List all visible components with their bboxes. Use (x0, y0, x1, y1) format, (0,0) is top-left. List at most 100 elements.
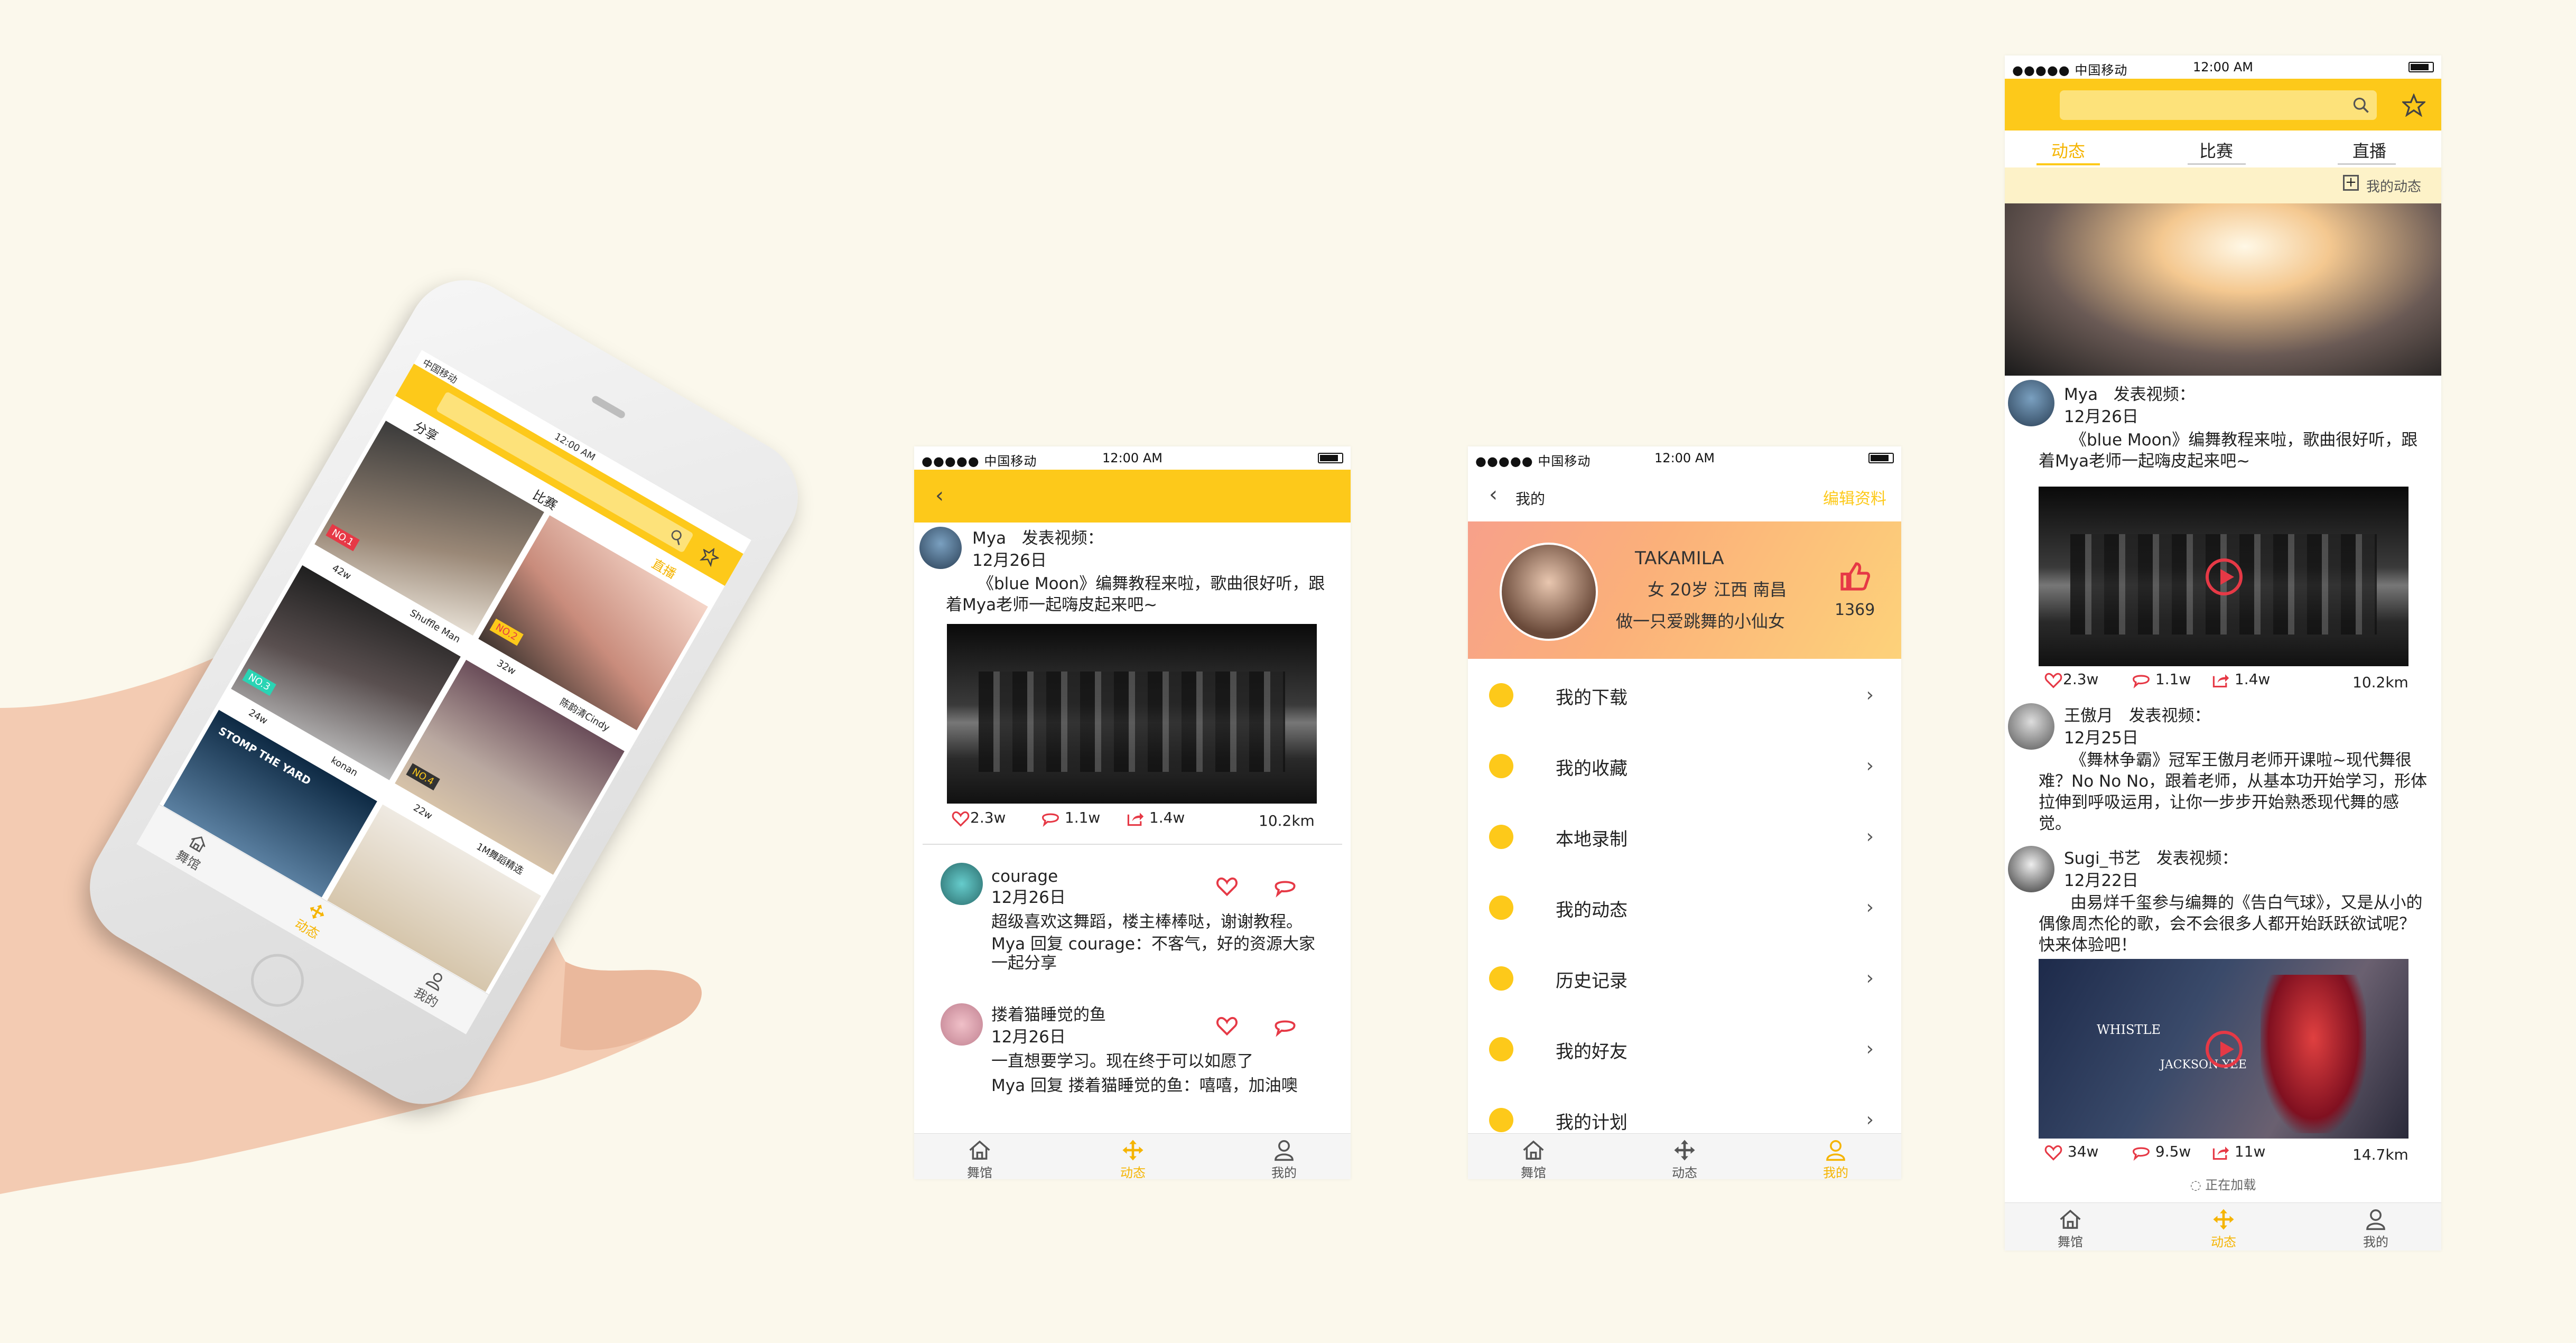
post-date: 12月26日 (972, 551, 1047, 570)
menu-item-history[interactable]: 历史记录 › (1468, 942, 1901, 1014)
comment-avatar[interactable] (941, 1003, 983, 1046)
menu-item-downloads[interactable]: 我的下载 › (1468, 659, 1901, 731)
comment-user[interactable]: courage (991, 866, 1058, 887)
my-feed-link[interactable]: 我的动态 (2366, 176, 2421, 195)
battery-icon (1318, 453, 1343, 463)
profile-info: 女 20岁 江西 南昌 (1648, 580, 1787, 600)
menu-item-favorites[interactable]: 我的收藏 › (1468, 730, 1901, 801)
author-name[interactable]: Mya (2064, 385, 2098, 404)
star-icon (1489, 754, 1513, 778)
author-name[interactable]: Mya (972, 529, 1006, 548)
heart-icon[interactable] (1215, 1014, 1239, 1037)
stats-row: 2.3w (951, 809, 1006, 828)
video-player[interactable] (2039, 487, 2408, 666)
friends-icon (1489, 1037, 1513, 1061)
status-bar: ●●●●● 中国移动 12:00 AM (1468, 446, 1901, 470)
distance: 10.2km (2352, 674, 2408, 691)
back-icon[interactable]: ‹ (935, 483, 944, 508)
status-bar: ●●●●● 中国移动 12:00 AM (2005, 55, 2441, 79)
menu-item-my-feed[interactable]: 我的动态 › (1468, 871, 1901, 943)
search-input[interactable] (2060, 90, 2377, 120)
tab-home[interactable]: 舞馆 (948, 1134, 1011, 1179)
post-detail-screen: ●●●●● 中国移动 12:00 AM ‹ Mya 发表视频： 12月26日 《… (914, 446, 1351, 1179)
tab-feed[interactable]: 动态 (1653, 1134, 1716, 1179)
loading-text: 正在加载 (2205, 1178, 2256, 1192)
comment-date: 12月26日 (991, 1028, 1066, 1047)
history-icon (1489, 966, 1513, 991)
share-icon[interactable] (2211, 670, 2230, 689)
tab-contest[interactable]: 比赛 (2199, 138, 2233, 162)
back-label[interactable]: 我的 (1515, 488, 1545, 509)
tab-home[interactable]: 舞馆 (2039, 1203, 2102, 1250)
chevron-right-icon: › (1866, 967, 1874, 989)
author-name[interactable]: 王傲月 (2064, 706, 2113, 725)
comment-icon[interactable] (2132, 1143, 2151, 1162)
status-bar: ●●●●● 中国移动 12:00 AM (914, 446, 1351, 470)
add-icon[interactable]: + (2343, 175, 2359, 191)
card-count: 22w (411, 802, 434, 822)
comment-icon[interactable] (2132, 670, 2151, 689)
back-icon[interactable]: ‹ (1489, 482, 1498, 507)
chevron-right-icon: › (1866, 1038, 1874, 1060)
comment-avatar[interactable] (941, 863, 983, 905)
tab-mine[interactable]: 我的 (1252, 1134, 1316, 1179)
rank-badge: NO.1 (326, 524, 360, 552)
tab-mine[interactable]: 我的 (2344, 1203, 2407, 1250)
edit-profile-link[interactable]: 编辑资料 (1823, 486, 1886, 509)
tab-bar: 舞馆 动态 我的 (914, 1133, 1351, 1179)
share-icon[interactable] (2211, 1143, 2230, 1162)
video-player[interactable]: WHISTLE JACKSON YEE (2039, 959, 2408, 1139)
avatar[interactable] (1500, 543, 1598, 641)
comment-icon[interactable] (1041, 809, 1060, 828)
comment-user[interactable]: 搂着猫睡觉的鱼 (991, 1004, 1106, 1025)
battery-icon (2408, 62, 2434, 72)
search-icon[interactable] (2351, 96, 2370, 115)
comment-text: 超级喜欢这舞蹈，楼主棒棒哒，谢谢教程。 (991, 912, 1303, 931)
author-avatar[interactable] (919, 527, 962, 569)
thumbs-up-icon[interactable] (1839, 561, 1871, 592)
video-player[interactable] (947, 624, 1317, 804)
comment-text: 一直想要学习。现在终于可以如愿了 (991, 1052, 1253, 1071)
divider (923, 844, 1342, 845)
play-icon[interactable] (2206, 558, 2243, 595)
feed-screen: ●●●●● 中国移动 12:00 AM 动态 比赛 直播 + 我的动态 Mya … (2005, 55, 2441, 1251)
post-text: 《舞林争霸》冠军王傲月老师开课啦~现代舞很难？No No No，跟着老师，从基本… (2039, 751, 2428, 833)
chevron-right-icon: › (1866, 897, 1874, 918)
share-icon[interactable] (1126, 809, 1145, 828)
author-avatar[interactable] (2008, 380, 2054, 426)
tab-feed[interactable]: 动态 (2192, 1203, 2255, 1250)
heart-icon[interactable] (1215, 874, 1239, 898)
cloud-icon (1489, 896, 1513, 920)
tab-home[interactable]: 舞馆 (1502, 1134, 1565, 1179)
post-date: 12月25日 (2064, 729, 2138, 748)
post-text: 《blue Moon》编舞教程来啦，歌曲很好听，跟着Mya老师一起嗨皮起来吧~ (2039, 431, 2418, 471)
heart-icon[interactable] (2044, 670, 2063, 689)
comment-icon[interactable] (1273, 1015, 1297, 1038)
menu-item-friends[interactable]: 我的好友 › (1468, 1013, 1901, 1085)
loading-spinner-icon: ◌ (2190, 1178, 2201, 1192)
star-icon[interactable] (698, 544, 722, 568)
profile-screen: ●●●●● 中国移动 12:00 AM ‹ 我的 编辑资料 TAKAMILA 女… (1468, 446, 1901, 1179)
heart-icon[interactable] (951, 809, 970, 828)
chevron-right-icon: › (1866, 826, 1874, 847)
menu-item-recordings[interactable]: 本地录制 › (1468, 800, 1901, 872)
tab-feed[interactable]: 动态 (2051, 138, 2085, 162)
profile-name: TAKAMILA (1635, 548, 1724, 569)
author-avatar[interactable] (2008, 846, 2054, 892)
author-avatar[interactable] (2008, 703, 2054, 750)
hand-phone-mockup: 中国移动 12:00 AM 分享 比赛 直播 NO.1 NO.2 42w Shu… (0, 259, 824, 1300)
play-icon[interactable] (2206, 1031, 2243, 1068)
post-date: 12月26日 (2064, 407, 2138, 426)
heart-icon[interactable] (2044, 1143, 2063, 1162)
card-count: 24w (246, 707, 269, 727)
card-count: 42w (330, 562, 353, 582)
tab-mine[interactable]: 我的 (1804, 1134, 1867, 1179)
profile-header: TAKAMILA 女 20岁 江西 南昌 做一只爱跳舞的小仙女 1369 (1468, 521, 1901, 659)
tab-feed[interactable]: 动态 (1101, 1134, 1165, 1179)
tab-live[interactable]: 直播 (2352, 138, 2386, 162)
banner-image[interactable] (2005, 203, 2441, 376)
comment-icon[interactable] (1273, 875, 1297, 899)
star-icon[interactable] (2402, 94, 2425, 117)
author-name[interactable]: Sugi_书艺 (2064, 849, 2141, 868)
download-icon (1489, 683, 1513, 707)
